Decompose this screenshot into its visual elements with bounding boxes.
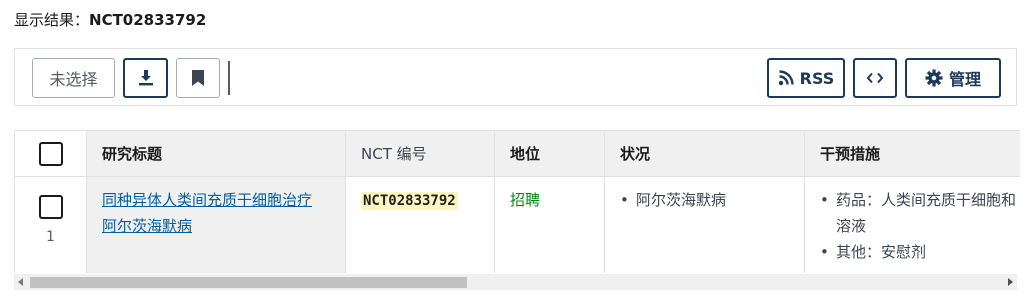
embed-code-button[interactable] [853, 58, 897, 98]
unselect-button[interactable]: 未选择 [32, 58, 115, 98]
header-select-all-cell [14, 130, 86, 177]
column-divider [804, 130, 805, 273]
header-study-title[interactable]: 研究标题 [86, 130, 345, 177]
interventions-cell: 药品：人类间充质干细胞和溶液 其他：安慰剂 [804, 177, 1020, 273]
nct-number: NCT02833792 [361, 192, 458, 210]
conditions-cell: 阿尔茨海默病 [604, 177, 804, 273]
nct-number-cell: NCT02833792 [345, 177, 494, 273]
column-divider [86, 130, 87, 273]
manage-label: 管理 [948, 70, 981, 89]
intervention-item: 其他：安慰剂 [820, 239, 1020, 265]
study-title-cell: 同种异体人类间充质干细胞治疗 阿尔茨海默病 [86, 177, 345, 273]
scroll-left-arrow-icon[interactable] [18, 278, 23, 286]
column-divider [345, 130, 346, 273]
results-table: 研究标题 NCT 编号 地位 状况 干预措施 1 同种异体人类间充质干细胞治疗阿… [14, 130, 1020, 273]
horizontal-scrollbar[interactable] [14, 274, 1017, 290]
row-number: 1 [46, 229, 55, 245]
column-divider [494, 130, 495, 273]
row-checkbox[interactable] [38, 195, 63, 219]
download-button[interactable] [123, 58, 168, 98]
column-divider [604, 130, 605, 273]
header-interventions[interactable]: 干预措施 [804, 130, 1020, 177]
unselect-label: 未选择 [49, 70, 98, 89]
result-label: 显示结果： [14, 11, 90, 29]
manage-button[interactable]: 管理 [905, 58, 1001, 98]
result-value: NCT02833792 [89, 11, 207, 29]
study-title-link[interactable]: 同种异体人类间充质干细胞治疗 阿尔茨海默病 [102, 191, 312, 235]
status-cell: 招聘 [494, 177, 604, 273]
rss-button[interactable]: RSS [767, 58, 845, 98]
toolbar-divider [228, 61, 230, 95]
code-icon [866, 72, 884, 84]
select-all-checkbox[interactable] [38, 141, 63, 166]
toolbar: 未选择 RSS 管理 [14, 48, 1017, 106]
intervention-item: 药品：人类间充质干细胞和溶液 [820, 187, 1020, 239]
bookmark-button[interactable] [176, 58, 220, 98]
header-status[interactable]: 地位 [494, 130, 604, 177]
result-summary: 显示结果：NCT02833792 [14, 9, 206, 30]
scrollbar-thumb[interactable] [30, 277, 467, 288]
status-value: 招聘 [510, 191, 541, 209]
download-icon [138, 70, 153, 86]
header-nct-number[interactable]: NCT 编号 [345, 130, 494, 177]
header-conditions[interactable]: 状况 [604, 130, 804, 177]
condition-item: 阿尔茨海默病 [620, 187, 788, 213]
scroll-right-arrow-icon[interactable] [1008, 278, 1013, 286]
rss-label: RSS [799, 68, 835, 88]
gear-icon [925, 69, 943, 87]
rss-icon [778, 70, 794, 86]
bookmark-icon [192, 70, 204, 86]
row-select-cell: 1 [14, 177, 86, 273]
